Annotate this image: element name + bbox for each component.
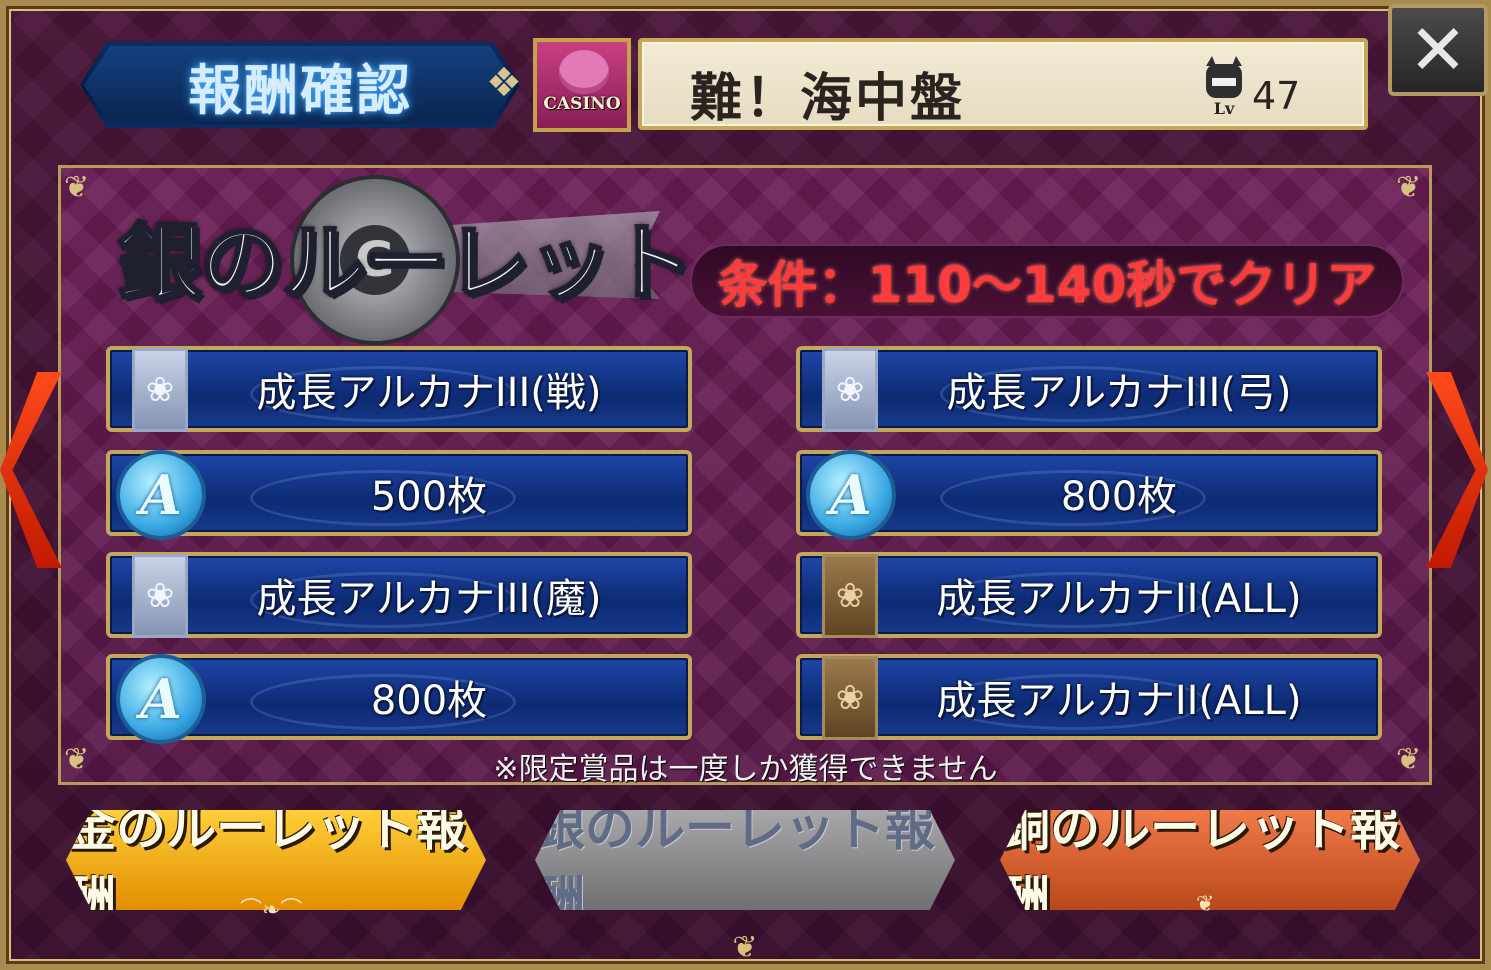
reward-row: ❀ 成長アルカナIII(魔)	[106, 552, 692, 638]
reward-label: 成長アルカナIII(弓)	[946, 370, 1292, 416]
reward-row: ❀ 成長アルカナIII(弓)	[796, 346, 1382, 432]
limited-prize-note: ※限定賞品は一度しか獲得できません	[493, 752, 998, 787]
roulette-title: 銀のルーレット	[116, 213, 695, 314]
reward-row: A 500枚	[106, 450, 692, 540]
tab-ornament-icon: ❦	[1196, 892, 1215, 917]
reward-label: 成長アルカナII(ALL)	[936, 576, 1302, 622]
header-label-text: 報酬確認	[188, 58, 412, 122]
reward-label: 成長アルカナII(ALL)	[936, 678, 1302, 724]
casino-badge-text: CASINO	[543, 94, 621, 114]
reward-row: ❀ 成長アルカナII(ALL)	[796, 654, 1382, 740]
tab-ornament-icon: ⌒❧⌒	[240, 898, 303, 923]
reward-row: A 800枚	[796, 450, 1382, 540]
level-prefix: Lv	[1214, 99, 1235, 118]
reward-row: ❀ 成長アルカナII(ALL)	[796, 552, 1382, 638]
silver-roulette-reward-tab[interactable]: 銀のルーレット報酬	[535, 810, 955, 910]
reward-label: 成長アルカナIII(戦)	[256, 370, 602, 416]
reward-label: 800枚	[1060, 474, 1178, 520]
reward-label: 成長アルカナIII(魔)	[256, 576, 602, 622]
corner-ornament-icon: ❦	[64, 170, 90, 205]
reward-row: ❀ 成長アルカナIII(戦)	[106, 346, 692, 432]
casino-mascot-icon	[559, 50, 609, 94]
monster-level-icon: Lv	[1206, 56, 1242, 118]
reward-row: A 800枚	[106, 654, 692, 744]
bottom-ornament-icon: ❦	[732, 930, 758, 965]
reward-check-label: 報酬確認	[80, 42, 520, 128]
casino-badge: CASINO	[533, 38, 631, 132]
reward-label: 500枚	[370, 474, 488, 520]
ornament-right-icon: ❖	[486, 60, 522, 106]
corner-ornament-icon: ❦	[1396, 170, 1422, 205]
reward-label: 800枚	[370, 678, 488, 724]
stage-info-box: 難！海中盤 Lv 47	[638, 38, 1368, 130]
close-icon: ✕	[1408, 9, 1468, 91]
clear-condition-banner: 条件：110〜140秒でクリア	[690, 244, 1404, 318]
stage-title: 難！海中盤	[690, 69, 966, 129]
close-button[interactable]: ✕	[1388, 4, 1488, 96]
level-value: 47	[1252, 74, 1301, 118]
clear-condition-text: 条件：110〜140秒でクリア	[717, 256, 1377, 314]
